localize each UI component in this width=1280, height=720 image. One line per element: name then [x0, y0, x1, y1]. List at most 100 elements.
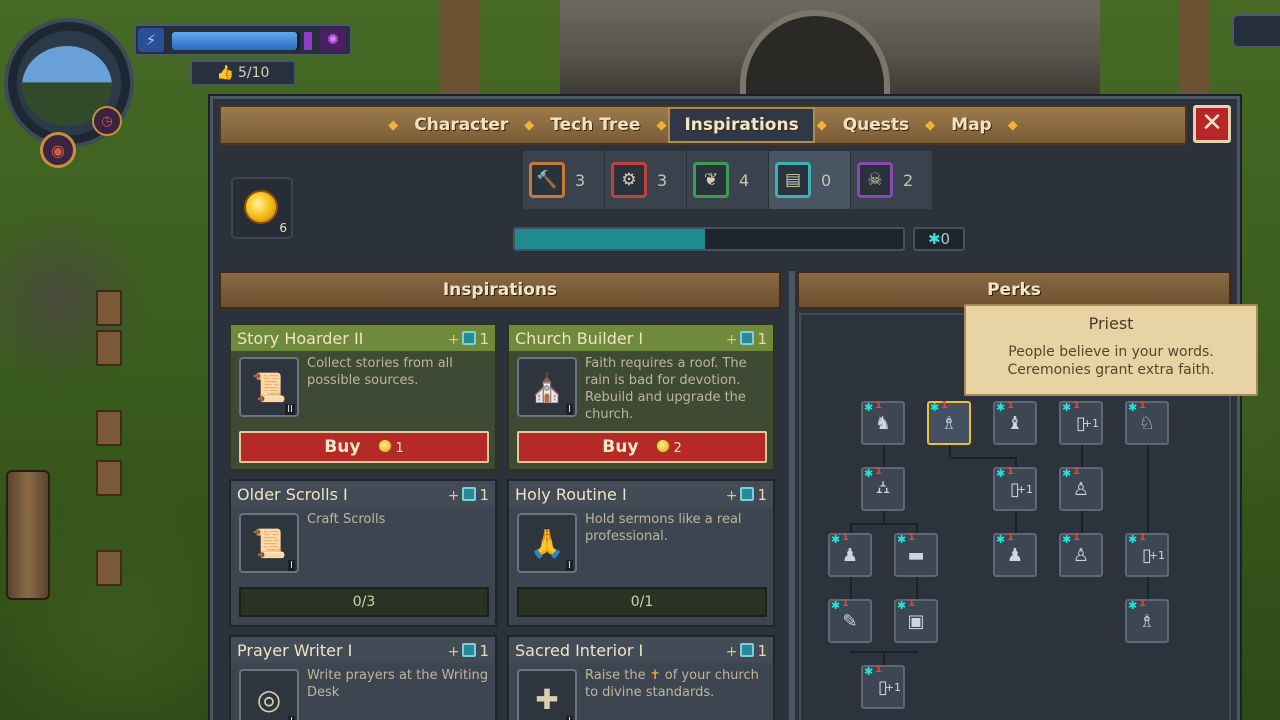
card-body: ✚IRaise the ✝ of your church to divine s…: [509, 663, 773, 720]
perk-bonus: +1: [1082, 417, 1099, 430]
hammer-icon: 🔨: [529, 162, 565, 198]
prayer-circle-icon[interactable]: ◉: [40, 132, 76, 168]
category-tab[interactable]: 🔨 3: [523, 151, 605, 209]
perk-connector: [916, 577, 918, 599]
fence-post: [96, 550, 122, 586]
acolyte-icon: ♙: [1072, 544, 1090, 566]
nav-diamond-icon: ◆: [388, 117, 399, 133]
tab-quests[interactable]: Quests: [829, 109, 923, 141]
scribe-icon: ✎: [842, 610, 858, 632]
inspiration-card[interactable]: Older Scrolls I +1 📜 I Craft Scrolls 0/3: [229, 479, 497, 627]
altar-icon: ⛼: [875, 477, 891, 498]
perk-cost: 1: [1073, 400, 1080, 411]
perk-node[interactable]: ✱ 1 ♟: [993, 532, 1037, 577]
book-chip-icon: [462, 486, 477, 501]
perk-node[interactable]: ✱ 1 ♗: [1125, 598, 1169, 643]
task-progress: 0/1: [517, 587, 767, 617]
card-header: Prayer Writer I +1: [231, 637, 495, 663]
perk-node[interactable]: ✱ 1 ♝: [993, 400, 1037, 445]
tab-map[interactable]: Map: [937, 109, 1006, 141]
star-icon: ✱: [831, 599, 841, 612]
perk-node[interactable]: ✱ 1 ♙: [1059, 466, 1103, 511]
perk-node[interactable]: ✱ 1 ♙: [1059, 532, 1103, 577]
tab-inspirations[interactable]: Inspirations: [668, 107, 815, 143]
time-icon[interactable]: ◷: [92, 106, 122, 136]
perk-node[interactable]: ✱ 1 ♞: [861, 400, 905, 445]
category-count: 3: [657, 170, 668, 190]
perk-cost: 1: [875, 466, 882, 477]
tooltip-title: Priest: [1088, 314, 1134, 333]
task-progress: 0/3: [239, 587, 489, 617]
card-reward: +1: [726, 641, 767, 660]
inspiration-card[interactable]: Prayer Writer I +1 ◎IWrite prayers at the …: [229, 635, 497, 720]
perk-bonus: +1: [1016, 483, 1033, 496]
book-chip-icon: [462, 642, 477, 657]
card-description: Craft Scrolls: [307, 512, 386, 527]
perk-node[interactable]: ✱ 1 ▯ +1: [1125, 532, 1169, 577]
card-body: ◎IWrite prayers at the Writing Desk: [231, 663, 495, 720]
world-path: [1180, 0, 1210, 100]
orb-count: 6: [279, 221, 287, 235]
star-icon: ✱: [897, 599, 907, 612]
tab-character[interactable]: Character: [400, 109, 522, 141]
card-reward: +1: [726, 485, 767, 504]
category-count: 0: [821, 170, 832, 190]
inspiration-card[interactable]: Holy Routine I +1 🙏 I Hold sermons like a re…: [507, 479, 775, 627]
perk-cost: 1: [1007, 466, 1014, 477]
progress-fill: [515, 229, 706, 249]
category-tab[interactable]: ⚙ 3: [605, 151, 687, 209]
buy-button[interactable]: Buy 2: [517, 431, 767, 463]
pulpit-icon: ▬: [907, 544, 925, 566]
perk-node[interactable]: ✱ 1 ♟: [828, 532, 872, 577]
buy-cost: 2: [673, 441, 682, 456]
nav-diamond-icon: ◆: [925, 117, 936, 133]
inspiration-card[interactable]: Sacred Interior I +1 ✚IRaise the ✝ of your…: [507, 635, 775, 720]
inspiration-card[interactable]: Story Hoarder II +1 📜 II Collect stories fro…: [229, 323, 497, 471]
fence-post: [96, 410, 122, 446]
perk-bonus: +1: [884, 681, 901, 694]
category-tab[interactable]: ▤ 0: [769, 151, 851, 209]
perk-cost: 1: [1073, 532, 1080, 543]
villager-icon: ♟: [841, 544, 859, 566]
buy-label: Buy: [602, 437, 639, 457]
fence-post: [96, 460, 122, 496]
perk-node[interactable]: ✱ 1 ⛼: [861, 466, 905, 511]
star-icon: ✱: [864, 401, 874, 414]
perk-node[interactable]: ✱ 1 ✎: [828, 598, 872, 643]
star-icon: ✱: [897, 533, 907, 546]
perk-node[interactable]: ✱ 1 ▬: [894, 532, 938, 577]
lightning-icon: ⚡: [138, 28, 164, 52]
reward-amount: 1: [479, 329, 489, 348]
category-tabs: 🔨 3 ⚙ 3 ❦ 4 ▤ 0 ☠ 2: [523, 151, 943, 209]
plus-sign: +: [725, 643, 738, 660]
inspiration-card[interactable]: Church Builder I +1 ⛪ I Faith requires a roo…: [507, 323, 775, 471]
perk-connector: [1015, 511, 1017, 533]
gear-icon: ⚙: [611, 162, 647, 198]
journal-window: ◆ Character ◆ Tech Tree ◆ Inspirations ◆ Quests…: [210, 96, 1240, 720]
top-right-panel[interactable]: [1232, 14, 1280, 48]
nav-diamond-icon: ◆: [524, 117, 535, 133]
perk-connector: [883, 511, 885, 523]
perk-node[interactable]: ✱ 1 ▣: [894, 598, 938, 643]
perk-node[interactable]: ✱ 1 ▯ +1: [861, 664, 905, 709]
perk-node[interactable]: ✱ 1 ▯ +1: [1059, 400, 1103, 445]
spirit-orb-icon[interactable]: ✺: [320, 28, 346, 52]
desc-part: Raise the: [585, 668, 646, 683]
wheat-icon: ❦: [693, 162, 729, 198]
category-tab[interactable]: ☠ 2: [851, 151, 933, 209]
category-tab[interactable]: ❦ 4: [687, 151, 769, 209]
monk-icon: ♝: [1006, 412, 1024, 434]
perk-node[interactable]: ✱ 1 ▯ +1: [993, 466, 1037, 511]
perk-node[interactable]: ✱ 1 ♗: [927, 400, 971, 445]
tier-badge: I: [566, 404, 573, 415]
buy-label: Buy: [324, 437, 361, 457]
star-icon: ✱: [1062, 401, 1072, 414]
perk-node[interactable]: ✱ 1 ♘: [1125, 400, 1169, 445]
perk-connector: [850, 577, 852, 599]
tab-tech-tree[interactable]: Tech Tree: [536, 109, 654, 141]
buy-cost: 1: [395, 441, 404, 456]
close-button[interactable]: ✕: [1193, 105, 1231, 143]
buy-button[interactable]: Buy 1: [239, 431, 489, 463]
card-body: ⛪ I Faith requires a roof. The rain is bad…: [509, 351, 773, 427]
star-icon: ✱: [1128, 533, 1138, 546]
